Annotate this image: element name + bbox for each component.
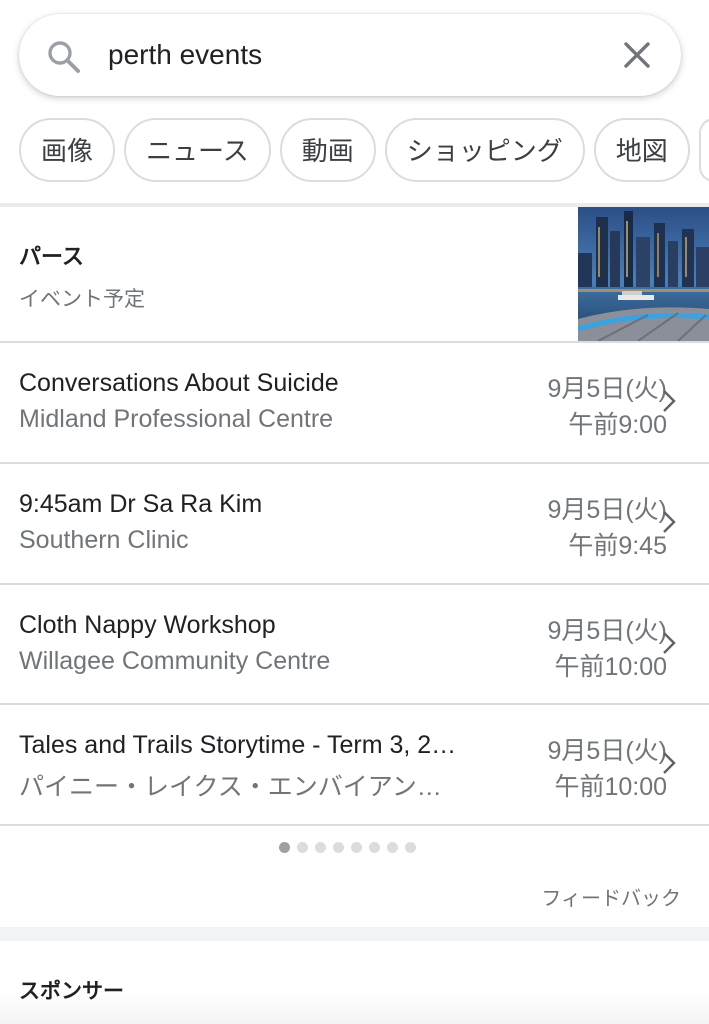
pagination-dot[interactable] xyxy=(333,842,344,853)
pagination-dot[interactable] xyxy=(387,842,398,853)
chip-videos[interactable]: 動画 xyxy=(279,118,376,182)
feedback-link[interactable]: フィードバック xyxy=(541,882,681,911)
sponsored-heading: スポンサー xyxy=(19,980,124,1003)
section-gap xyxy=(0,927,709,941)
event-row[interactable]: Cloth Nappy Workshop Willagee Community … xyxy=(0,585,709,704)
event-time: 午前10:00 xyxy=(554,773,667,801)
event-date: 9月5日(火) xyxy=(547,737,667,765)
pagination-dot[interactable] xyxy=(315,842,326,853)
pagination-dot[interactable] xyxy=(297,842,308,853)
event-row[interactable]: Tales and Trails Storytime - Term 3, 2… … xyxy=(0,705,709,824)
event-venue: Midland Professional Centre xyxy=(19,405,334,433)
pagination-dot[interactable] xyxy=(369,842,380,853)
event-time: 午前9:45 xyxy=(568,532,667,560)
event-name: 9:45am Dr Sa Ra Kim xyxy=(19,490,263,518)
chevron-right-icon xyxy=(663,390,676,412)
search-bar[interactable]: perth events xyxy=(19,14,681,96)
chip-images[interactable]: 画像 xyxy=(19,118,116,182)
chevron-right-icon xyxy=(663,752,676,774)
chevron-right-icon xyxy=(663,511,676,533)
filter-chips: 画像 ニュース 動画 ショッピング 地図 xyxy=(19,118,709,186)
event-date: 9月5日(火) xyxy=(547,496,667,524)
city-skyline-image xyxy=(578,207,709,341)
chip-shopping[interactable]: ショッピング xyxy=(384,118,585,182)
event-venue: パイニー・レイクス・エンバイアン… xyxy=(19,773,442,801)
event-row[interactable]: Conversations About Suicide Midland Prof… xyxy=(0,343,709,462)
pagination-dot[interactable] xyxy=(279,842,290,853)
search-input[interactable]: perth events xyxy=(108,36,262,74)
event-venue: Southern Clinic xyxy=(19,526,189,554)
pagination-dot[interactable] xyxy=(405,842,416,853)
chip-maps[interactable]: 地図 xyxy=(593,118,690,182)
sponsored-card: スポンサー xyxy=(0,941,709,1024)
pagination-dots xyxy=(279,840,423,853)
search-icon[interactable] xyxy=(47,40,81,74)
pagination-dot[interactable] xyxy=(351,842,362,853)
event-time: 午前9:00 xyxy=(568,411,667,439)
event-date: 9月5日(火) xyxy=(547,375,667,403)
events-location-title: パース xyxy=(19,244,84,269)
event-name: Cloth Nappy Workshop xyxy=(19,611,276,639)
chip-more[interactable] xyxy=(698,118,709,182)
events-header[interactable]: パース イベント予定 xyxy=(0,207,709,341)
chip-news[interactable]: ニュース xyxy=(124,118,271,182)
events-subtitle: イベント予定 xyxy=(19,288,145,311)
close-icon[interactable] xyxy=(621,39,653,71)
row-divider xyxy=(0,824,709,826)
event-date: 9月5日(火) xyxy=(547,617,667,645)
event-name: Conversations About Suicide xyxy=(19,369,339,397)
event-row[interactable]: 9:45am Dr Sa Ra Kim Southern Clinic 9月5日… xyxy=(0,464,709,583)
event-time: 午前10:00 xyxy=(554,653,667,681)
event-venue: Willagee Community Centre xyxy=(19,647,331,675)
chevron-right-icon xyxy=(663,632,676,654)
event-name: Tales and Trails Storytime - Term 3, 2… xyxy=(19,731,457,759)
